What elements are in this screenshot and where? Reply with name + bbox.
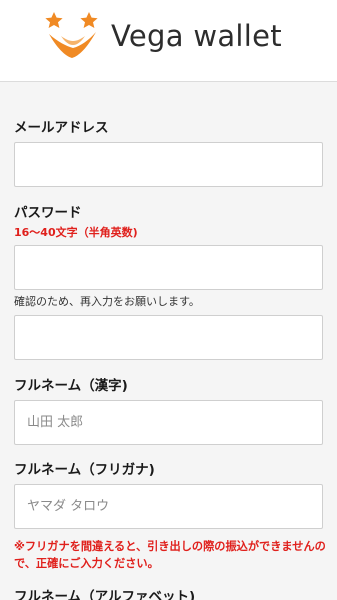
email-field[interactable] [14, 142, 323, 187]
password-field[interactable] [14, 245, 323, 290]
fullname-kana-label: フルネーム（フリガナ) [14, 462, 155, 478]
password-confirm-field[interactable] [14, 315, 323, 360]
email-label: メールアドレス [14, 120, 109, 136]
fullname-kana-field[interactable] [14, 484, 323, 529]
password-label: パスワード [14, 205, 82, 221]
fullname-kanji-label: フルネーム（漢字) [14, 378, 128, 394]
password-rule-note: 16〜40文字（半角英数) [14, 226, 138, 239]
vega-logo-icon [45, 12, 98, 58]
fullname-alphabet-label: フルネーム（アルファベット) [14, 589, 196, 600]
app-header: Vega wallet [0, 0, 337, 82]
kana-warning-text: ※フリガナを間違えると、引き出しの際の振込ができませんので、正確にご入力ください… [14, 540, 326, 570]
password-confirm-note: 確認のため、再入力をお願いします。 [14, 295, 200, 308]
app-logo-text: Vega wallet [111, 19, 282, 53]
fullname-kanji-field[interactable] [14, 400, 323, 445]
